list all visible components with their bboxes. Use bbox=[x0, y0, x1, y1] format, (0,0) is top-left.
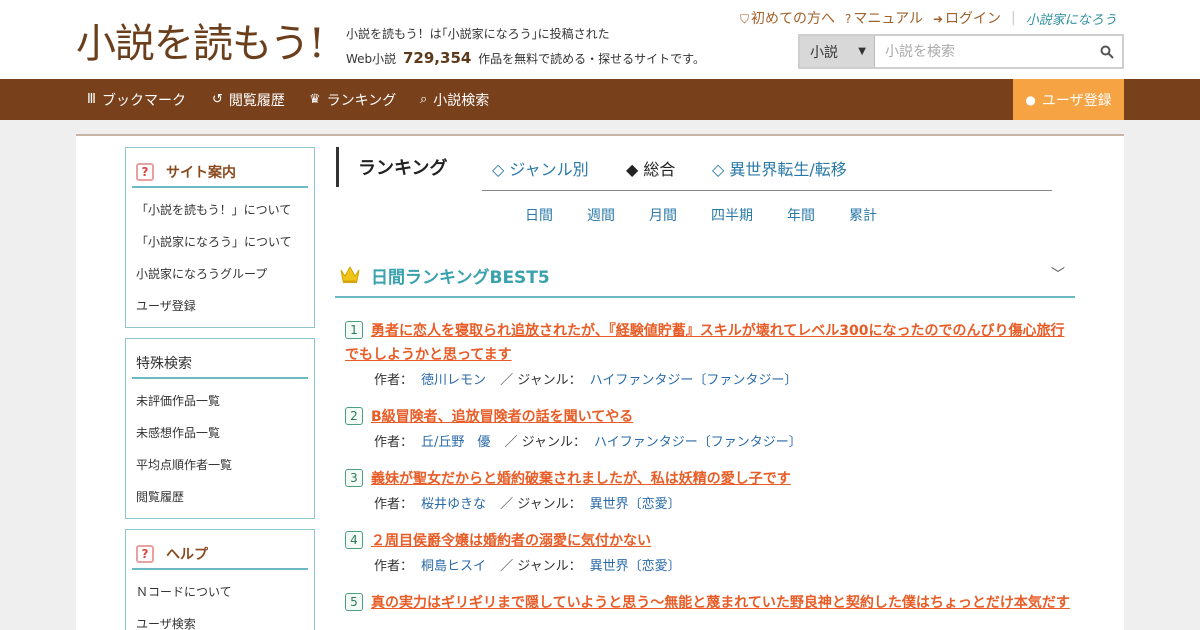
sidebar-link[interactable]: 「小説を読もう！」について bbox=[126, 194, 314, 226]
sidebar-link[interactable]: 未評価作品一覧 bbox=[126, 385, 314, 417]
ranking-title: ランキング bbox=[358, 158, 448, 179]
rank-number: 4 bbox=[345, 531, 363, 549]
period-yearly[interactable]: 年間 bbox=[787, 205, 815, 225]
genre-link[interactable]: ハイファンタジー〔ファンタジー〕 bbox=[594, 435, 802, 450]
separator: | bbox=[1011, 10, 1016, 26]
sidebar-link[interactable]: Ｎコードについて bbox=[126, 576, 314, 608]
sidebar-link[interactable]: 「小説家になろう」について bbox=[126, 226, 314, 258]
best5-header[interactable]: 日間ランキングBEST5 ﹀ bbox=[335, 252, 1075, 298]
chevron-down-icon[interactable]: ﹀ bbox=[1051, 264, 1065, 284]
rank-number: 2 bbox=[345, 407, 363, 425]
genre-link[interactable]: 異世界〔恋愛〕 bbox=[590, 497, 681, 512]
user-register-button[interactable]: ● ユーザ登録 bbox=[1013, 79, 1124, 120]
search-box: 小説 ▼ bbox=[798, 34, 1124, 69]
period-weekly[interactable]: 週間 bbox=[587, 205, 615, 225]
sidebar-heading: ? ヘルプ bbox=[132, 540, 308, 570]
period-total[interactable]: 累計 bbox=[849, 205, 877, 225]
period-quarterly[interactable]: 四半期 bbox=[711, 205, 753, 225]
top-links: ⛉ 初めての方へ ? マニュアル ➜ ログイン | 小説家になろう bbox=[740, 8, 1117, 28]
ranking-title-bar bbox=[336, 147, 339, 187]
bookmark-icon: Ⅲ bbox=[87, 92, 96, 107]
novel-title-link[interactable]: ２周目侯爵令嬢は婚約者の溺愛に気付かない bbox=[371, 533, 651, 549]
novel-meta: 作者： 桜井ゆきな ／ ジャンル： 異世界〔恋愛〕 bbox=[374, 497, 681, 512]
site-tagline: 小説を読もう！は｢小説家になろう｣に投稿された Web小説 729,354 作品… bbox=[346, 22, 705, 71]
search-icon: ⌕ bbox=[420, 92, 428, 107]
login-icon: ➜ bbox=[932, 12, 944, 26]
question-circle-icon: ? bbox=[845, 12, 852, 26]
ranking-item: 5 真の実力はギリギリまで隠していようと思う～無能と蔑まれていた野良神と契約した僕… bbox=[345, 591, 1075, 630]
novel-title-link[interactable]: 勇者に恋人を寝取られ追放されたが、『経験値貯蓄』スキルが壊れてレベル300になっ… bbox=[345, 323, 1065, 363]
nav-novel-search[interactable]: ⌕ 小説検索 bbox=[420, 79, 489, 120]
sidebar-link[interactable]: 未感想作品一覧 bbox=[126, 417, 314, 449]
rank-number: 3 bbox=[345, 469, 363, 487]
main-nav: Ⅲ ブックマーク ↺ 閲覧履歴 ♛ ランキング ⌕ 小説検索 ● ユーザ登録 bbox=[0, 79, 1200, 120]
best5-title: 日間ランキングBEST5 bbox=[371, 268, 550, 288]
novel-title-link[interactable]: B級冒険者、追放冒険者の話を聞いてやる bbox=[371, 409, 633, 425]
sidebar-special-search: 特殊検索 未評価作品一覧 未感想作品一覧 平均点順作者一覧 閲覧履歴 bbox=[125, 338, 315, 519]
site-logo[interactable]: 小説を読もう! bbox=[76, 16, 332, 67]
login-link[interactable]: ➜ ログイン bbox=[933, 8, 1001, 28]
search-input[interactable] bbox=[875, 36, 1092, 67]
tab-divider bbox=[482, 190, 1052, 191]
narou-brand-link[interactable]: 小説家になろう bbox=[1026, 9, 1117, 28]
sidebar-link[interactable]: 閲覧履歴 bbox=[126, 481, 314, 513]
novel-title-link[interactable]: 義妹が聖女だからと婚約破棄されましたが、私は妖精の愛し子です bbox=[371, 471, 791, 487]
shield-icon: ⛉ bbox=[740, 12, 750, 26]
author-link[interactable]: 丘/丘野 優 bbox=[421, 435, 490, 450]
manual-link[interactable]: ? マニュアル bbox=[845, 8, 923, 28]
question-icon: ? bbox=[136, 163, 154, 181]
search-icon bbox=[1100, 45, 1114, 59]
genre-link[interactable]: ハイファンタジー〔ファンタジー〕 bbox=[590, 373, 798, 388]
rank-number: 1 bbox=[345, 321, 363, 339]
sidebar-link[interactable]: ユーザ検索 bbox=[126, 608, 314, 630]
sidebar-link[interactable]: ユーザ登録 bbox=[126, 290, 314, 322]
dropdown-caret-icon: ▼ bbox=[858, 46, 866, 57]
nav-bookmark[interactable]: Ⅲ ブックマーク bbox=[87, 79, 186, 120]
tagline-line1: 小説を読もう！は｢小説家になろう｣に投稿された bbox=[346, 27, 610, 41]
sidebar-link[interactable]: 小説家になろうグループ bbox=[126, 258, 314, 290]
nav-ranking[interactable]: ♛ ランキング bbox=[309, 79, 396, 120]
crown-icon: ♛ bbox=[309, 92, 321, 107]
ranking-item: 1 勇者に恋人を寝取られ追放されたが、『経験値貯蓄』スキルが壊れてレベル300にな… bbox=[345, 319, 1075, 388]
sidebar-site-guide: ? サイト案内 「小説を読もう！」について 「小説家になろう」について 小説家にな… bbox=[125, 147, 315, 328]
novel-meta: 作者： 徳川レモン ／ ジャンル： ハイファンタジー〔ファンタジー〕 bbox=[374, 373, 798, 388]
period-monthly[interactable]: 月間 bbox=[649, 205, 677, 225]
work-count: 729,354 bbox=[403, 49, 472, 67]
ranking-item: 2 B級冒険者、追放冒険者の話を聞いてやる 作者： 丘/丘野 優 ／ ジャンル： ハイ… bbox=[345, 405, 1075, 450]
author-link[interactable]: 徳川レモン bbox=[421, 373, 486, 388]
novel-title-link[interactable]: 真の実力はギリギリまで隠していようと思う～無能と蔑まれていた野良神と契約した僕は… bbox=[371, 595, 1070, 611]
search-category-select[interactable]: 小説 ▼ bbox=[800, 36, 875, 67]
sidebar-heading: ? サイト案内 bbox=[132, 158, 308, 188]
search-button[interactable] bbox=[1092, 36, 1122, 67]
nav-history[interactable]: ↺ 閲覧履歴 bbox=[212, 79, 285, 120]
rank-number: 5 bbox=[345, 593, 363, 611]
period-daily[interactable]: 日間 bbox=[525, 205, 553, 225]
tab-genre[interactable]: ◇ ジャンル別 bbox=[492, 156, 589, 180]
novel-meta: 作者： 丘/丘野 優 ／ ジャンル： ハイファンタジー〔ファンタジー〕 bbox=[374, 435, 802, 450]
user-icon: ● bbox=[1025, 92, 1036, 107]
crown-icon bbox=[340, 265, 360, 283]
novel-meta: 作者： 桐島ヒスイ ／ ジャンル： 異世界〔恋愛〕 bbox=[374, 559, 681, 574]
genre-link[interactable]: 異世界〔恋愛〕 bbox=[590, 559, 681, 574]
tab-isekai[interactable]: ◇ 異世界転生/転移 bbox=[712, 156, 847, 180]
author-link[interactable]: 桜井ゆきな bbox=[421, 497, 486, 512]
sidebar-link[interactable]: 平均点順作者一覧 bbox=[126, 449, 314, 481]
author-link[interactable]: 桐島ヒスイ bbox=[421, 559, 486, 574]
beginners-link[interactable]: ⛉ 初めての方へ bbox=[740, 8, 835, 28]
ranking-item: 3 義妹が聖女だからと婚約破棄されましたが、私は妖精の愛し子です 作者： 桜井ゆきな… bbox=[345, 467, 1075, 512]
sidebar-help: ? ヘルプ Ｎコードについて ユーザ検索 bbox=[125, 529, 315, 630]
tab-overall[interactable]: ◆ 総合 bbox=[626, 156, 675, 180]
question-icon: ? bbox=[136, 545, 154, 563]
tagline-line2: Web小説 729,354 作品を無料で読める・探せるサイトです。 bbox=[346, 49, 705, 67]
history-icon: ↺ bbox=[212, 92, 223, 107]
sidebar-heading: 特殊検索 bbox=[132, 349, 308, 379]
site-header: 小説を読もう! 小説を読もう！は｢小説家になろう｣に投稿された Web小説 72… bbox=[0, 0, 1200, 79]
ranking-item: 4 ２周目侯爵令嬢は婚約者の溺愛に気付かない 作者： 桐島ヒスイ ／ ジャンル： 異世… bbox=[345, 529, 1075, 574]
